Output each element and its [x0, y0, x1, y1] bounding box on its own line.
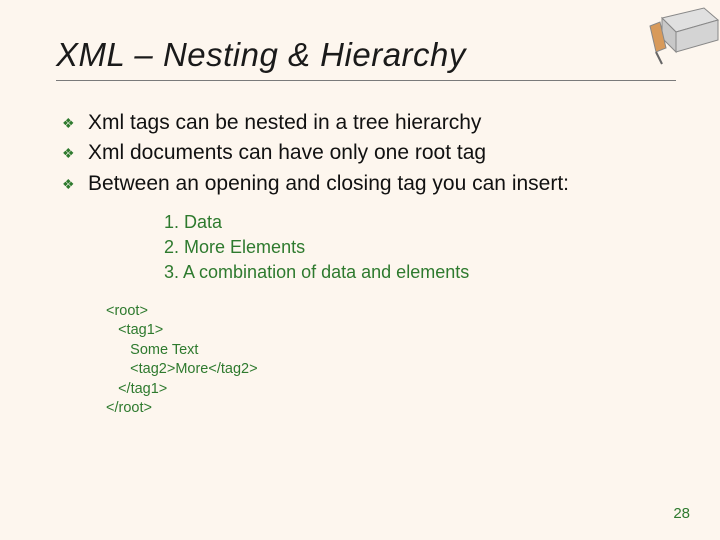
- bullet-text: Between an opening and closing tag you c…: [88, 170, 569, 198]
- bullet-item: ❖ Xml tags can be nested in a tree hiera…: [62, 109, 672, 139]
- bullet-list: ❖ Xml tags can be nested in a tree hiera…: [62, 109, 672, 200]
- sublist-item: Data: [164, 210, 672, 235]
- diamond-bullet-icon: ❖: [62, 109, 88, 133]
- code-line: </tag1>: [106, 381, 167, 397]
- bullet-text: Xml documents can have only one root tag: [88, 139, 486, 167]
- page-number: 28: [673, 505, 690, 522]
- bullet-item: ❖ Between an opening and closing tag you…: [62, 170, 672, 200]
- code-line: <root>: [106, 303, 148, 319]
- sublist-item: More Elements: [164, 235, 672, 260]
- code-line: <tag1>: [106, 322, 163, 338]
- decorative-brick-icon: [642, 0, 720, 66]
- code-block: <root> <tag1> Some Text <tag2>More</tag2…: [106, 302, 672, 419]
- slide: XML – Nesting & Hierarchy ❖ Xml tags can…: [0, 0, 720, 540]
- numbered-sublist: Data More Elements A combination of data…: [164, 210, 672, 286]
- sublist-item: A combination of data and elements: [164, 260, 672, 285]
- diamond-bullet-icon: ❖: [62, 139, 88, 163]
- title-underline: [56, 80, 676, 81]
- bullet-item: ❖ Xml documents can have only one root t…: [62, 139, 672, 169]
- code-line: Some Text: [106, 342, 198, 358]
- code-line: <tag2>More</tag2>: [106, 361, 258, 377]
- bullet-text: Xml tags can be nested in a tree hierarc…: [88, 109, 481, 137]
- code-line: </root>: [106, 400, 152, 416]
- diamond-bullet-icon: ❖: [62, 170, 88, 194]
- slide-title: XML – Nesting & Hierarchy: [56, 36, 672, 74]
